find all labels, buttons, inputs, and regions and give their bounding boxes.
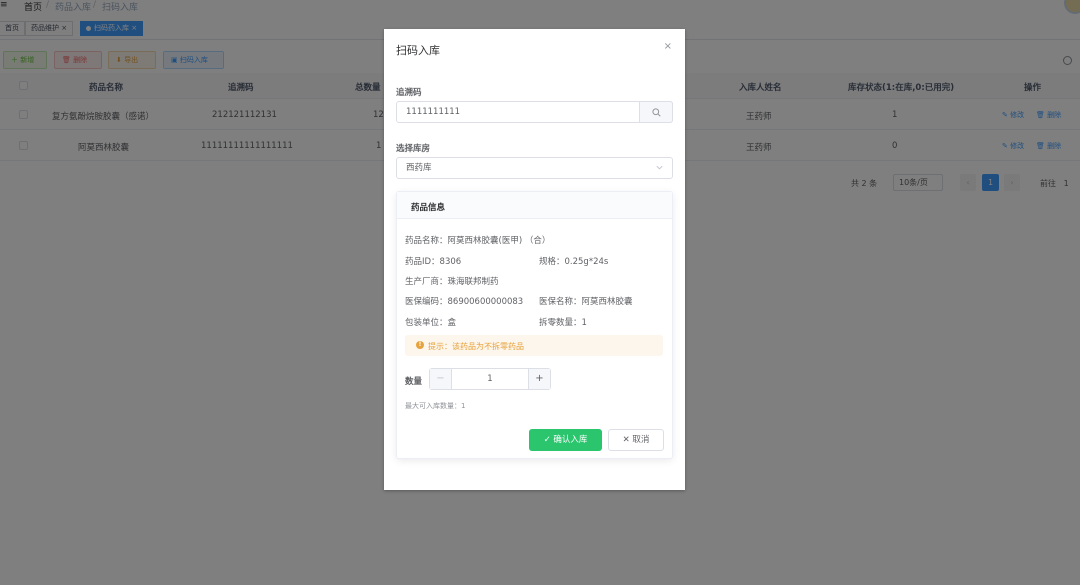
- decrement-button[interactable]: −: [430, 369, 452, 389]
- cancel-button[interactable]: ✕ 取消: [608, 429, 664, 451]
- dialog-title: 扫码入库: [396, 44, 440, 57]
- warning-icon: !: [416, 341, 424, 349]
- card-title: 药品信息: [411, 203, 446, 213]
- increment-button[interactable]: +: [528, 369, 550, 389]
- confirm-button[interactable]: ✓ 确认入库: [529, 429, 602, 451]
- check-icon: ✓: [543, 435, 554, 445]
- search-button[interactable]: [639, 101, 673, 123]
- quantity-stepper[interactable]: − 1 +: [429, 368, 551, 390]
- close-icon[interactable]: ×: [664, 41, 672, 52]
- split-quantity: 拆零数量：1: [539, 318, 587, 328]
- scan-in-dialog: 扫码入库 × 追溯码 1111111111 选择库房 西药库 药品信息 药品名称…: [384, 29, 685, 490]
- max-quantity-tip: 最大可入库数量：1: [405, 402, 466, 410]
- warehouse-select[interactable]: 西药库: [396, 157, 673, 179]
- chevron-down-icon: [656, 165, 663, 170]
- drug-info-card: 药品信息 药品名称：阿莫西林胶囊(医甲) （合） 药品ID：8306 规格：0.…: [396, 191, 673, 459]
- drug-id: 药品ID：8306: [405, 257, 462, 267]
- insurance-name: 医保名称：阿莫西林胶囊: [539, 297, 633, 307]
- warning-alert: ! 提示：该药品为不拆零药品: [405, 335, 663, 356]
- drug-spec: 规格：0.25g*24s: [539, 257, 609, 267]
- drug-maker: 生产厂商：珠海联邦制药: [405, 277, 499, 287]
- trace-code-input[interactable]: 1111111111: [396, 101, 673, 123]
- warehouse-label: 选择库房: [396, 144, 431, 154]
- insurance-code: 医保编码：86900600000083: [405, 297, 524, 307]
- quantity-value[interactable]: 1: [452, 369, 528, 389]
- search-icon: [652, 108, 661, 117]
- quantity-label: 数量: [405, 377, 423, 387]
- trace-code-label: 追溯码: [396, 88, 422, 98]
- cancel-button-label: 取消: [632, 435, 650, 445]
- warehouse-value: 西药库: [406, 163, 432, 173]
- alert-text: 提示：该药品为不拆零药品: [428, 342, 524, 351]
- confirm-button-label: 确认入库: [553, 435, 588, 445]
- close-icon: ✕: [622, 435, 633, 445]
- drug-name: 药品名称：阿莫西林胶囊(医甲) （合）: [405, 236, 551, 246]
- card-header: 药品信息: [397, 192, 672, 219]
- trace-code-value: 1111111111: [406, 107, 461, 117]
- pack-unit: 包装单位：盒: [405, 318, 457, 328]
